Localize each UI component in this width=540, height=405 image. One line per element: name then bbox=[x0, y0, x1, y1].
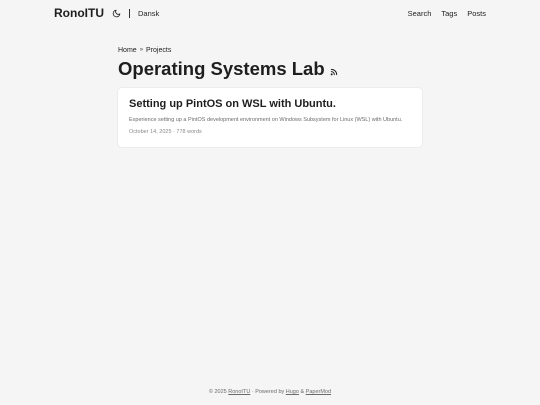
footer-amp: & bbox=[300, 389, 305, 395]
nav-posts-link[interactable]: Posts bbox=[467, 9, 486, 18]
language-switch-link[interactable]: Dansk bbox=[138, 9, 159, 18]
breadcrumb-separator: » bbox=[139, 47, 144, 53]
footer-site-link[interactable]: RonoITU bbox=[228, 389, 250, 395]
footer-separator: · bbox=[251, 389, 254, 395]
rss-icon[interactable] bbox=[330, 68, 338, 76]
breadcrumb-home-link[interactable]: Home bbox=[118, 47, 137, 54]
post-meta: October 14, 2025 · 778 words bbox=[129, 129, 202, 135]
title-row: Operating Systems Lab bbox=[118, 58, 422, 80]
post-summary: Experience setting up a PintOS developme… bbox=[129, 117, 403, 123]
footer-hugo-link[interactable]: Hugo bbox=[286, 389, 299, 395]
nav-search-link[interactable]: Search bbox=[408, 9, 432, 18]
header-left: RonoITU Dansk bbox=[54, 6, 159, 20]
page: RonoITU Dansk Search Tags Posts Home » P… bbox=[0, 0, 540, 405]
site-logo-link[interactable]: RonoITU bbox=[54, 6, 104, 20]
breadcrumb-projects-link[interactable]: Projects bbox=[146, 47, 171, 54]
header-divider bbox=[129, 8, 130, 18]
breadcrumb: Home » Projects bbox=[118, 44, 422, 56]
site-header: RonoITU Dansk Search Tags Posts bbox=[54, 6, 486, 20]
footer-copyright: © 2025 bbox=[208, 389, 227, 395]
moon-icon[interactable] bbox=[111, 8, 121, 18]
main-content: Home » Projects Operating Systems Lab Se… bbox=[118, 44, 422, 147]
nav-tags-link[interactable]: Tags bbox=[441, 9, 457, 18]
post-card[interactable]: Setting up PintOS on WSL with Ubuntu. Ex… bbox=[118, 88, 422, 147]
footer-papermod-link[interactable]: PaperMod bbox=[306, 389, 331, 395]
site-footer: © 2025 RonoITU · Powered by Hugo & Paper… bbox=[0, 388, 540, 396]
main-nav: Search Tags Posts bbox=[408, 9, 486, 18]
page-title: Operating Systems Lab bbox=[118, 58, 325, 79]
post-title[interactable]: Setting up PintOS on WSL with Ubuntu. bbox=[129, 98, 411, 111]
footer-powered-by: Powered by bbox=[255, 389, 285, 395]
